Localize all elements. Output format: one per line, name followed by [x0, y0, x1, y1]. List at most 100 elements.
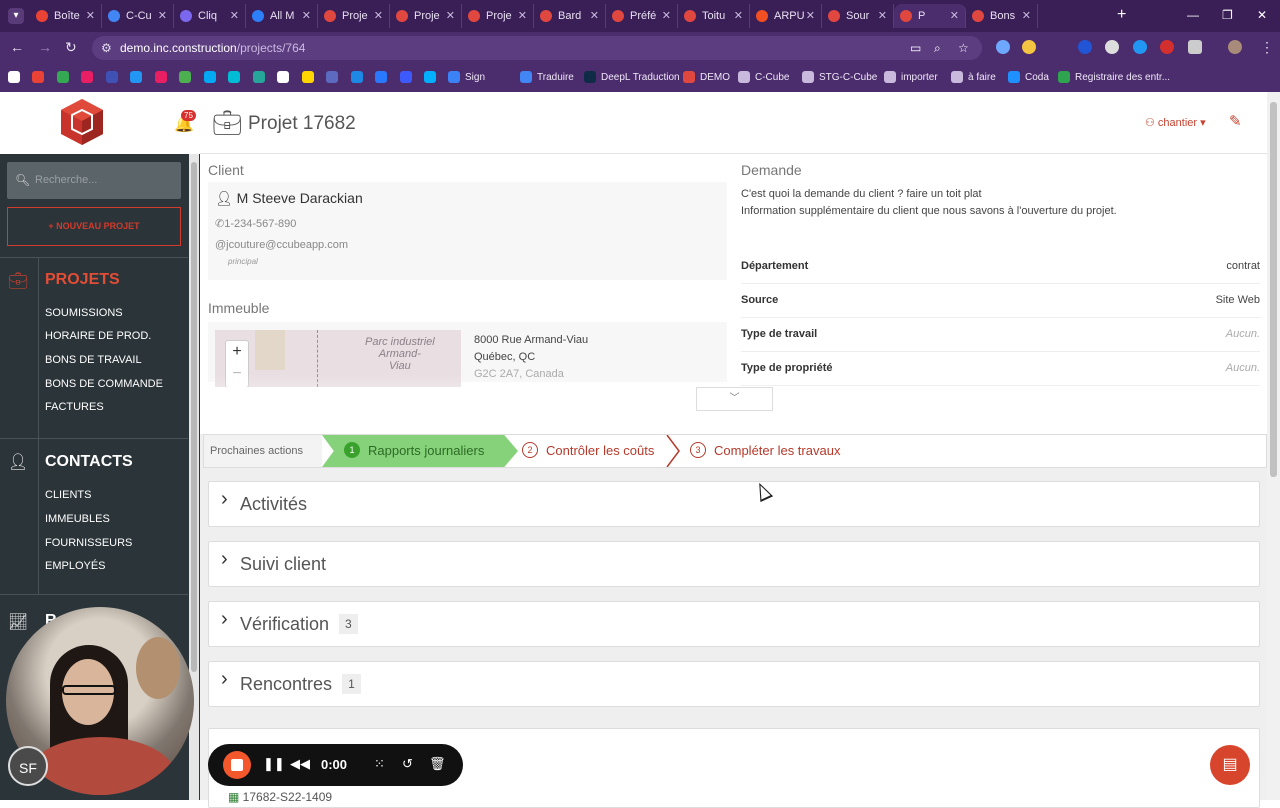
map-zoom-in-button[interactable]: +: [226, 341, 248, 363]
sidebar-item-horaire-de-prod-[interactable]: HORAIRE DE PROD.: [45, 330, 151, 342]
sidebar-item-factures[interactable]: FACTURES: [45, 401, 104, 413]
chevron-right-icon[interactable]: ›: [221, 548, 228, 571]
restart-icon[interactable]: ↺: [402, 756, 413, 772]
tab-close-icon[interactable]: ✕: [734, 9, 743, 22]
tab-close-icon[interactable]: ✕: [590, 9, 599, 22]
expand-details-button[interactable]: ﹀: [696, 387, 773, 411]
tab-close-icon[interactable]: ✕: [878, 9, 887, 22]
sidebar-item-soumissions[interactable]: SOUMISSIONS: [45, 307, 123, 319]
sidebar-item-immeubles[interactable]: IMMEUBLES: [45, 513, 110, 525]
bookmark-icon[interactable]: [81, 71, 93, 83]
sidebar-search-input[interactable]: 🔍︎ Recherche...: [7, 162, 181, 199]
bookmark-item[interactable]: Coda: [1008, 70, 1049, 84]
zoom-icon[interactable]: ⌕: [934, 36, 941, 60]
collapsible-panel-verification[interactable]: › Vérification 3: [208, 601, 1260, 647]
field-value[interactable]: contrat: [1226, 260, 1260, 272]
github-icon[interactable]: [277, 71, 289, 83]
site-info-icon[interactable]: ⚙: [101, 36, 112, 60]
browser-tab[interactable]: Bons ✕: [966, 4, 1038, 28]
extension-icon[interactable]: [1160, 40, 1174, 54]
client-name[interactable]: 👤︎ M Steeve Darackian: [215, 190, 363, 207]
bookmark-item[interactable]: importer: [884, 70, 938, 84]
sidebar-item-fournisseurs[interactable]: FOURNISSEURS: [45, 537, 132, 549]
client-phone[interactable]: ✆1-234-567-890: [215, 217, 296, 230]
step-daily-reports[interactable]: 1 Rapports journaliers: [322, 435, 518, 467]
tab-close-icon[interactable]: ✕: [302, 9, 311, 22]
pause-icon[interactable]: ❚❚: [263, 756, 285, 772]
tab-search-button[interactable]: ▾: [8, 8, 24, 24]
browser-tab[interactable]: Toitu ✕: [678, 4, 750, 28]
extension-icon[interactable]: [1078, 40, 1092, 54]
bookmark-icon[interactable]: [253, 71, 265, 83]
tab-close-icon[interactable]: ✕: [446, 9, 455, 22]
close-window-button[interactable]: ✕: [1257, 8, 1267, 22]
extensions-puzzle-icon[interactable]: [1188, 40, 1202, 54]
user-avatar[interactable]: SF: [8, 746, 48, 786]
browser-tab[interactable]: Proje ✕: [390, 4, 462, 28]
main-scrollbar-thumb[interactable]: [1270, 102, 1277, 477]
tab-close-icon[interactable]: ✕: [518, 9, 527, 22]
chat-launcher-button[interactable]: ▤: [1210, 745, 1250, 785]
bookmark-item[interactable]: à faire: [951, 70, 996, 84]
field-value[interactable]: Aucun.: [1226, 328, 1260, 340]
bookmark-icon[interactable]: [32, 71, 44, 83]
browser-tab[interactable]: Proje ✕: [318, 4, 390, 28]
main-scrollbar[interactable]: [1267, 92, 1280, 800]
bookmark-icon[interactable]: [351, 71, 363, 83]
sidebar-item-bons-de-travail[interactable]: BONS DE TRAVAIL: [45, 354, 142, 366]
sidebar-item-bons-de-commande[interactable]: BONS DE COMMANDE: [45, 378, 163, 390]
extension-icon[interactable]: [1022, 40, 1036, 54]
browser-tab[interactable]: Cliq ✕: [174, 4, 246, 28]
bookmark-item[interactable]: C-Cube: [738, 70, 789, 84]
tab-close-icon[interactable]: ✕: [950, 9, 959, 22]
bookmark-icon[interactable]: [155, 71, 167, 83]
bookmark-icon[interactable]: [204, 71, 216, 83]
url-bar[interactable]: ⚙ demo.inc.construction/projects/764 ▭ ⌕…: [92, 36, 982, 60]
tab-close-icon[interactable]: ✕: [230, 9, 239, 22]
grid-icon[interactable]: ⁙: [374, 756, 385, 772]
bookmark-icon[interactable]: [106, 71, 118, 83]
bookmark-icon[interactable]: [179, 71, 191, 83]
bookmark-item[interactable]: DeepL Traduction: [584, 70, 680, 84]
new-tab-button[interactable]: +: [1117, 6, 1126, 24]
tab-close-icon[interactable]: ✕: [662, 9, 671, 22]
rewind-icon[interactable]: ◀◀: [290, 756, 310, 772]
extension-icon[interactable]: [1133, 40, 1147, 54]
bookmark-icon[interactable]: [302, 71, 314, 83]
trash-icon[interactable]: 🗑︎: [429, 756, 446, 772]
bookmark-icon[interactable]: [57, 71, 69, 83]
chevron-right-icon[interactable]: ›: [221, 668, 228, 691]
bookmark-icon[interactable]: [424, 71, 436, 83]
field-value[interactable]: Site Web: [1216, 294, 1260, 306]
browser-tab[interactable]: Proje ✕: [462, 4, 534, 28]
tab-close-icon[interactable]: ✕: [374, 9, 383, 22]
minimize-button[interactable]: —: [1187, 8, 1199, 22]
tab-close-icon[interactable]: ✕: [86, 9, 95, 22]
browser-tab[interactable]: P ✕: [894, 4, 966, 28]
file-row[interactable]: ▦ 17682-S22-1409: [228, 790, 332, 804]
maximize-button[interactable]: ❐: [1222, 8, 1233, 22]
step-complete-work[interactable]: 3 Compléter les travaux: [690, 435, 840, 467]
step-control-costs[interactable]: 2 Contrôler les coûts: [522, 435, 654, 467]
reload-button[interactable]: ↻: [65, 39, 77, 56]
profile-avatar[interactable]: [1228, 40, 1242, 54]
sidebar-item-employ-s[interactable]: EMPLOYÉS: [45, 560, 106, 572]
sidebar-section-projects[interactable]: PROJETS: [45, 271, 120, 289]
tab-close-icon[interactable]: ✕: [806, 9, 815, 22]
client-email[interactable]: @jcouture@ccubeapp.com: [215, 239, 348, 251]
bookmark-item[interactable]: STG-C-Cube: [802, 70, 877, 84]
browser-tab[interactable]: All M ✕: [246, 4, 318, 28]
collapsible-panel-rencontres[interactable]: › Rencontres 1: [208, 661, 1260, 707]
bookmark-item[interactable]: Sign: [448, 70, 485, 84]
sidebar-section-contacts[interactable]: CONTACTS: [45, 453, 133, 471]
bookmark-icon[interactable]: [8, 71, 20, 83]
collapsible-panel-activites[interactable]: › Activités: [208, 481, 1260, 527]
sidebar-item-clients[interactable]: CLIENTS: [45, 489, 91, 501]
bookmark-icon[interactable]: [375, 71, 387, 83]
tab-close-icon[interactable]: ✕: [158, 9, 167, 22]
bookmark-icon[interactable]: [400, 71, 412, 83]
view-select[interactable]: ⚇ chantier ▾: [1145, 116, 1206, 129]
bookmark-item[interactable]: Registraire des entr...: [1058, 70, 1170, 84]
sidebar-scrollbar-thumb[interactable]: [191, 162, 197, 672]
bookmark-star-icon[interactable]: ☆: [958, 36, 969, 60]
